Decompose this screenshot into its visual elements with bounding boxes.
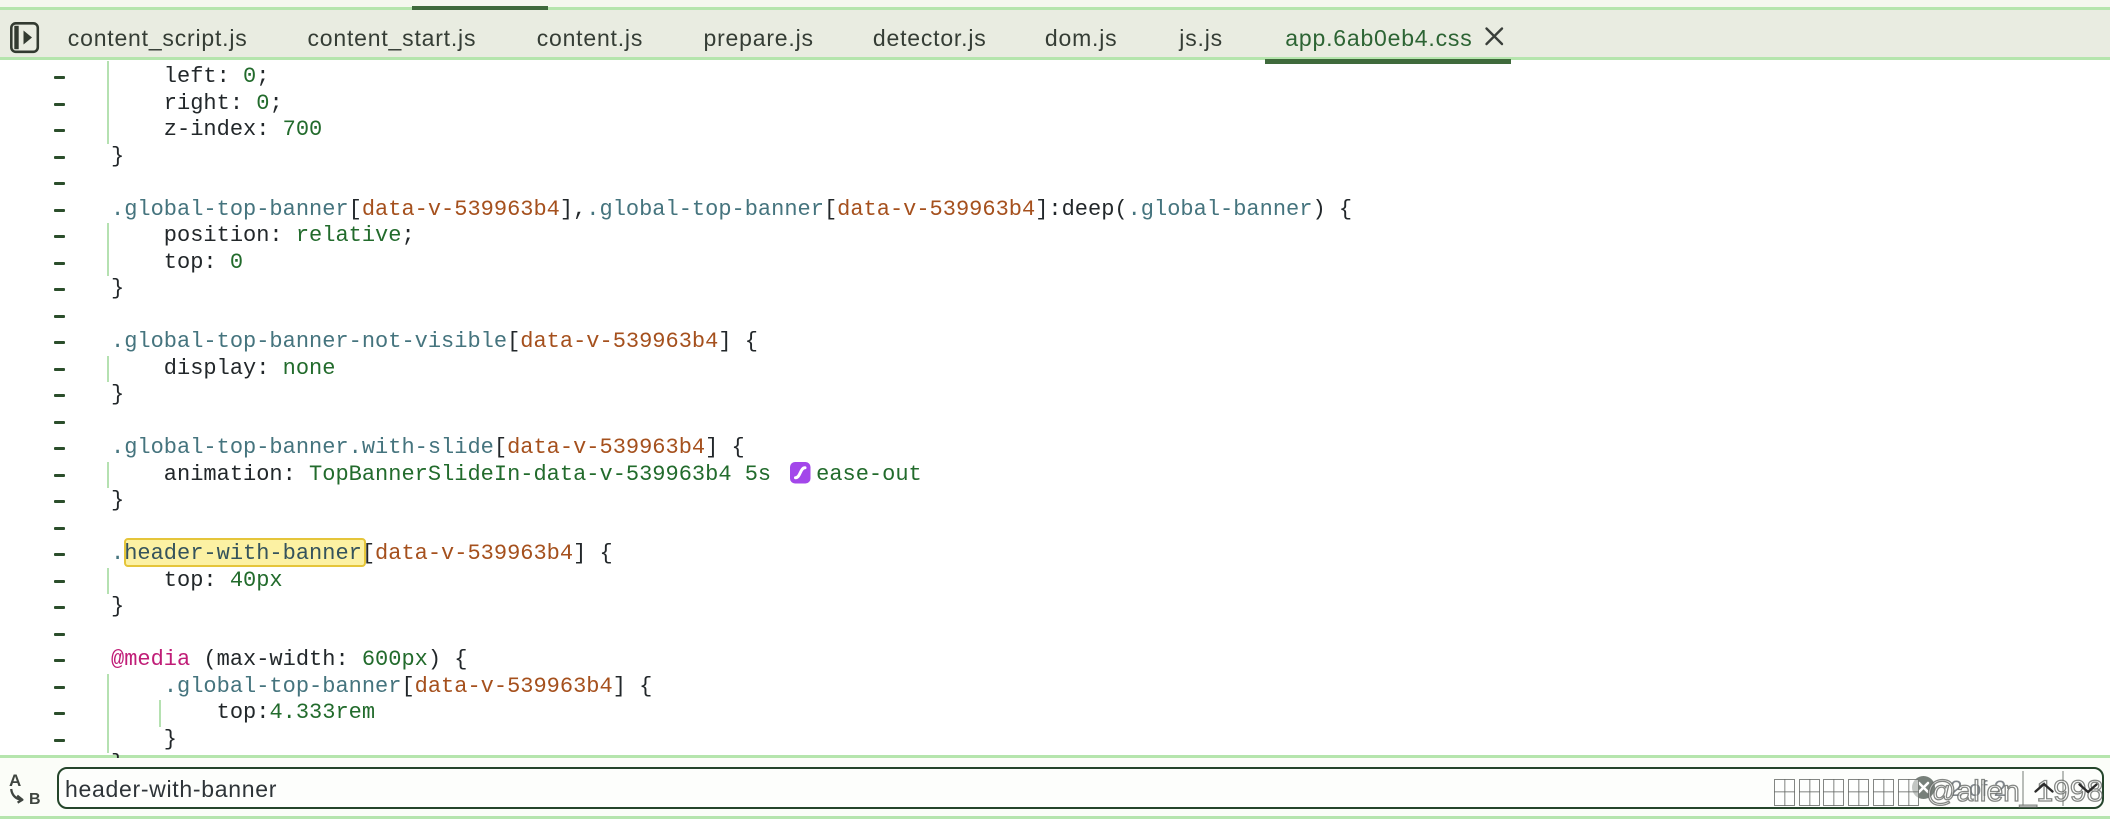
svg-text:B: B [29, 791, 41, 808]
svg-text:A: A [9, 771, 21, 790]
